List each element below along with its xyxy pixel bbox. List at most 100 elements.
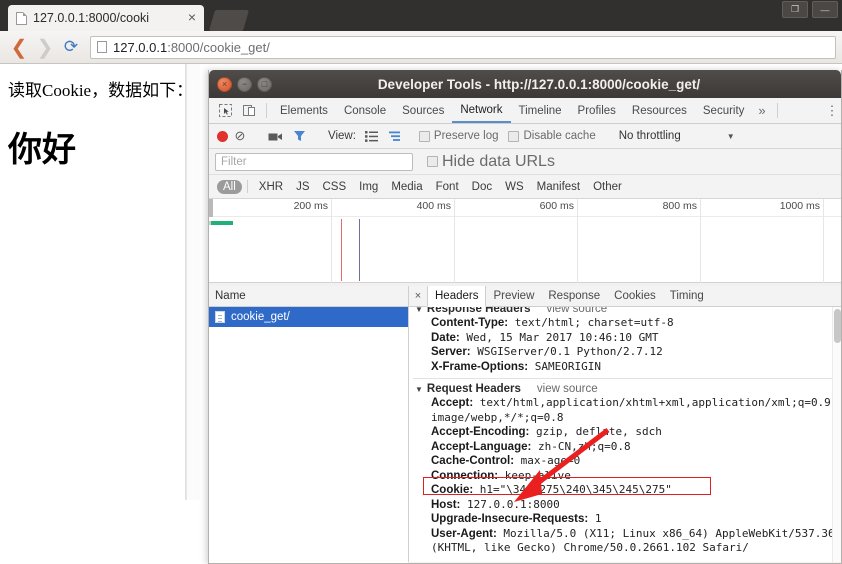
camera-icon[interactable]	[263, 126, 287, 146]
timeline-tick-800: 800 ms	[700, 199, 701, 283]
response-headers-title[interactable]: ▼ Response Headers view source	[413, 307, 841, 316]
header-value: SAMEORIGIN	[528, 360, 601, 373]
close-icon: ×	[218, 78, 231, 91]
type-filter-xhr[interactable]: XHR	[253, 180, 289, 194]
inspect-cursor-icon[interactable]	[213, 98, 237, 123]
type-filter-ws[interactable]: WS	[499, 180, 530, 194]
page-info-icon[interactable]	[97, 41, 107, 53]
timeline-tick-1000: 1000 ms	[823, 199, 824, 283]
type-filter-all[interactable]: All	[217, 180, 242, 194]
url-path: :8000/cookie_get/	[167, 40, 270, 55]
header-value: 127.0.0.1:8000	[460, 498, 559, 511]
record-button[interactable]	[217, 131, 228, 142]
view-source-link[interactable]: view source	[537, 383, 598, 395]
header-key: Connection:	[431, 470, 498, 482]
table-row[interactable]: cookie_get/	[209, 307, 408, 327]
tab-sources[interactable]: Sources	[394, 98, 452, 123]
new-tab-button[interactable]	[209, 10, 249, 31]
close-icon[interactable]: ×	[409, 286, 427, 306]
filter-funnel-icon[interactable]	[287, 126, 311, 146]
tab-security[interactable]: Security	[695, 98, 753, 123]
devtools-maximize-button[interactable]: □	[257, 77, 272, 92]
preserve-log-checkbox[interactable]: Preserve log	[419, 130, 499, 142]
reload-icon[interactable]: ⟳	[58, 34, 84, 60]
clear-icon[interactable]: ⊘	[228, 126, 252, 146]
timeline-tick-200: 200 ms	[331, 199, 332, 283]
tab-timing[interactable]: Timing	[663, 286, 711, 306]
hide-data-urls-checkbox[interactable]: Hide data URLs	[427, 153, 555, 171]
devtools-close-button[interactable]: ×	[217, 77, 232, 92]
tab-headers[interactable]: Headers	[427, 286, 486, 307]
device-toggle-icon[interactable]	[237, 98, 261, 123]
minimize-button[interactable]: —	[812, 1, 838, 18]
page-scrollbar[interactable]	[186, 64, 200, 564]
tab-elements[interactable]: Elements	[272, 98, 336, 123]
request-list-panel: Name cookie_get/	[209, 286, 409, 562]
filter-input[interactable]: Filter	[215, 153, 413, 171]
browser-tab[interactable]: 127.0.0.1:8000/cooki ×	[8, 5, 204, 31]
chevron-double-right-icon[interactable]: »	[752, 98, 771, 123]
network-toolbar: ⊘ View: Preserve log Disable cache No th…	[209, 124, 841, 149]
checkbox-icon-3[interactable]	[427, 156, 438, 167]
header-row: X-Frame-Options: SAMEORIGIN	[413, 360, 841, 375]
type-filter-manifest[interactable]: Manifest	[531, 180, 586, 194]
back-icon[interactable]: ❮	[6, 34, 32, 60]
type-filter-img[interactable]: Img	[353, 180, 384, 194]
restore-icon: ❐	[783, 2, 807, 17]
forward-icon[interactable]: ❯	[32, 34, 58, 60]
type-filter-doc[interactable]: Doc	[466, 180, 498, 194]
checkbox-icon-2[interactable]	[508, 131, 519, 142]
tab-console[interactable]: Console	[336, 98, 394, 123]
timeline-left-handle[interactable]	[209, 199, 213, 217]
header-value: Wed, 15 Mar 2017 10:46:10 GMT	[460, 331, 659, 344]
header-key: Host:	[431, 499, 460, 511]
kebab-menu-icon[interactable]: ⋮	[823, 98, 841, 123]
browser-tab-title: 127.0.0.1:8000/cooki	[33, 11, 184, 25]
header-row: Content-Type: text/html; charset=utf-8	[413, 316, 841, 331]
tab-cookies[interactable]: Cookies	[607, 286, 663, 306]
network-overview-timeline[interactable]: 200 ms 400 ms 600 ms 800 ms 1000 ms	[209, 199, 841, 283]
disable-cache-checkbox[interactable]: Disable cache	[508, 130, 595, 142]
close-icon[interactable]: ×	[184, 10, 200, 26]
view-label: View:	[328, 130, 356, 142]
chevron-down-icon: ▼	[415, 385, 423, 394]
restore-button[interactable]: ❐	[782, 1, 808, 18]
header-key: Accept:	[431, 397, 473, 409]
header-key: Date:	[431, 332, 460, 344]
tab-timeline[interactable]: Timeline	[511, 98, 570, 123]
header-key: Cache-Control:	[431, 455, 514, 467]
devtools-titlebar[interactable]: × − □ Developer Tools - http://127.0.0.1…	[209, 70, 841, 98]
header-row: Cache-Control: max-age=0	[413, 454, 841, 469]
detail-scrollbar[interactable]	[832, 307, 841, 562]
detail-scrollbar-thumb[interactable]	[834, 309, 841, 343]
tab-preview[interactable]: Preview	[486, 286, 541, 306]
request-list-column-header[interactable]: Name	[209, 286, 408, 307]
throttling-dropdown[interactable]: No throttling ▼	[619, 130, 735, 142]
view-source-link[interactable]: view source	[546, 307, 607, 315]
toolbar-divider	[266, 103, 267, 118]
request-headers-title[interactable]: ▼ Request Headers view source	[413, 382, 841, 396]
view-waterfall-icon[interactable]	[384, 126, 408, 146]
document-icon	[16, 12, 27, 25]
checkbox-icon[interactable]	[419, 131, 430, 142]
type-filter-font[interactable]: Font	[430, 180, 465, 194]
address-bar[interactable]: 127.0.0.1:8000/cookie_get/	[90, 36, 836, 59]
tab-resources[interactable]: Resources	[624, 98, 695, 123]
type-filter-divider	[247, 180, 248, 193]
type-filter-js[interactable]: JS	[290, 180, 315, 194]
type-filter-media[interactable]: Media	[385, 180, 428, 194]
url-host: 127.0.0.1	[113, 40, 167, 55]
type-filter-other[interactable]: Other	[587, 180, 628, 194]
devtools-minimize-button[interactable]: −	[237, 77, 252, 92]
tab-network[interactable]: Network	[452, 98, 510, 123]
address-bar-url: 127.0.0.1:8000/cookie_get/	[113, 40, 270, 55]
view-list-icon[interactable]	[360, 126, 384, 146]
tab-response[interactable]: Response	[541, 286, 607, 306]
window-controls: ❐ —	[782, 1, 838, 18]
headers-content[interactable]: ▼ Response Headers view source Content-T…	[409, 307, 841, 562]
header-value: 1	[588, 512, 601, 525]
tab-profiles[interactable]: Profiles	[570, 98, 624, 123]
browser-tab-strip: 127.0.0.1:8000/cooki × ❐ —	[0, 0, 842, 31]
type-filter-css[interactable]: CSS	[316, 180, 352, 194]
header-row: User-Agent: Mozilla/5.0 (X11; Linux x86_…	[413, 527, 841, 556]
